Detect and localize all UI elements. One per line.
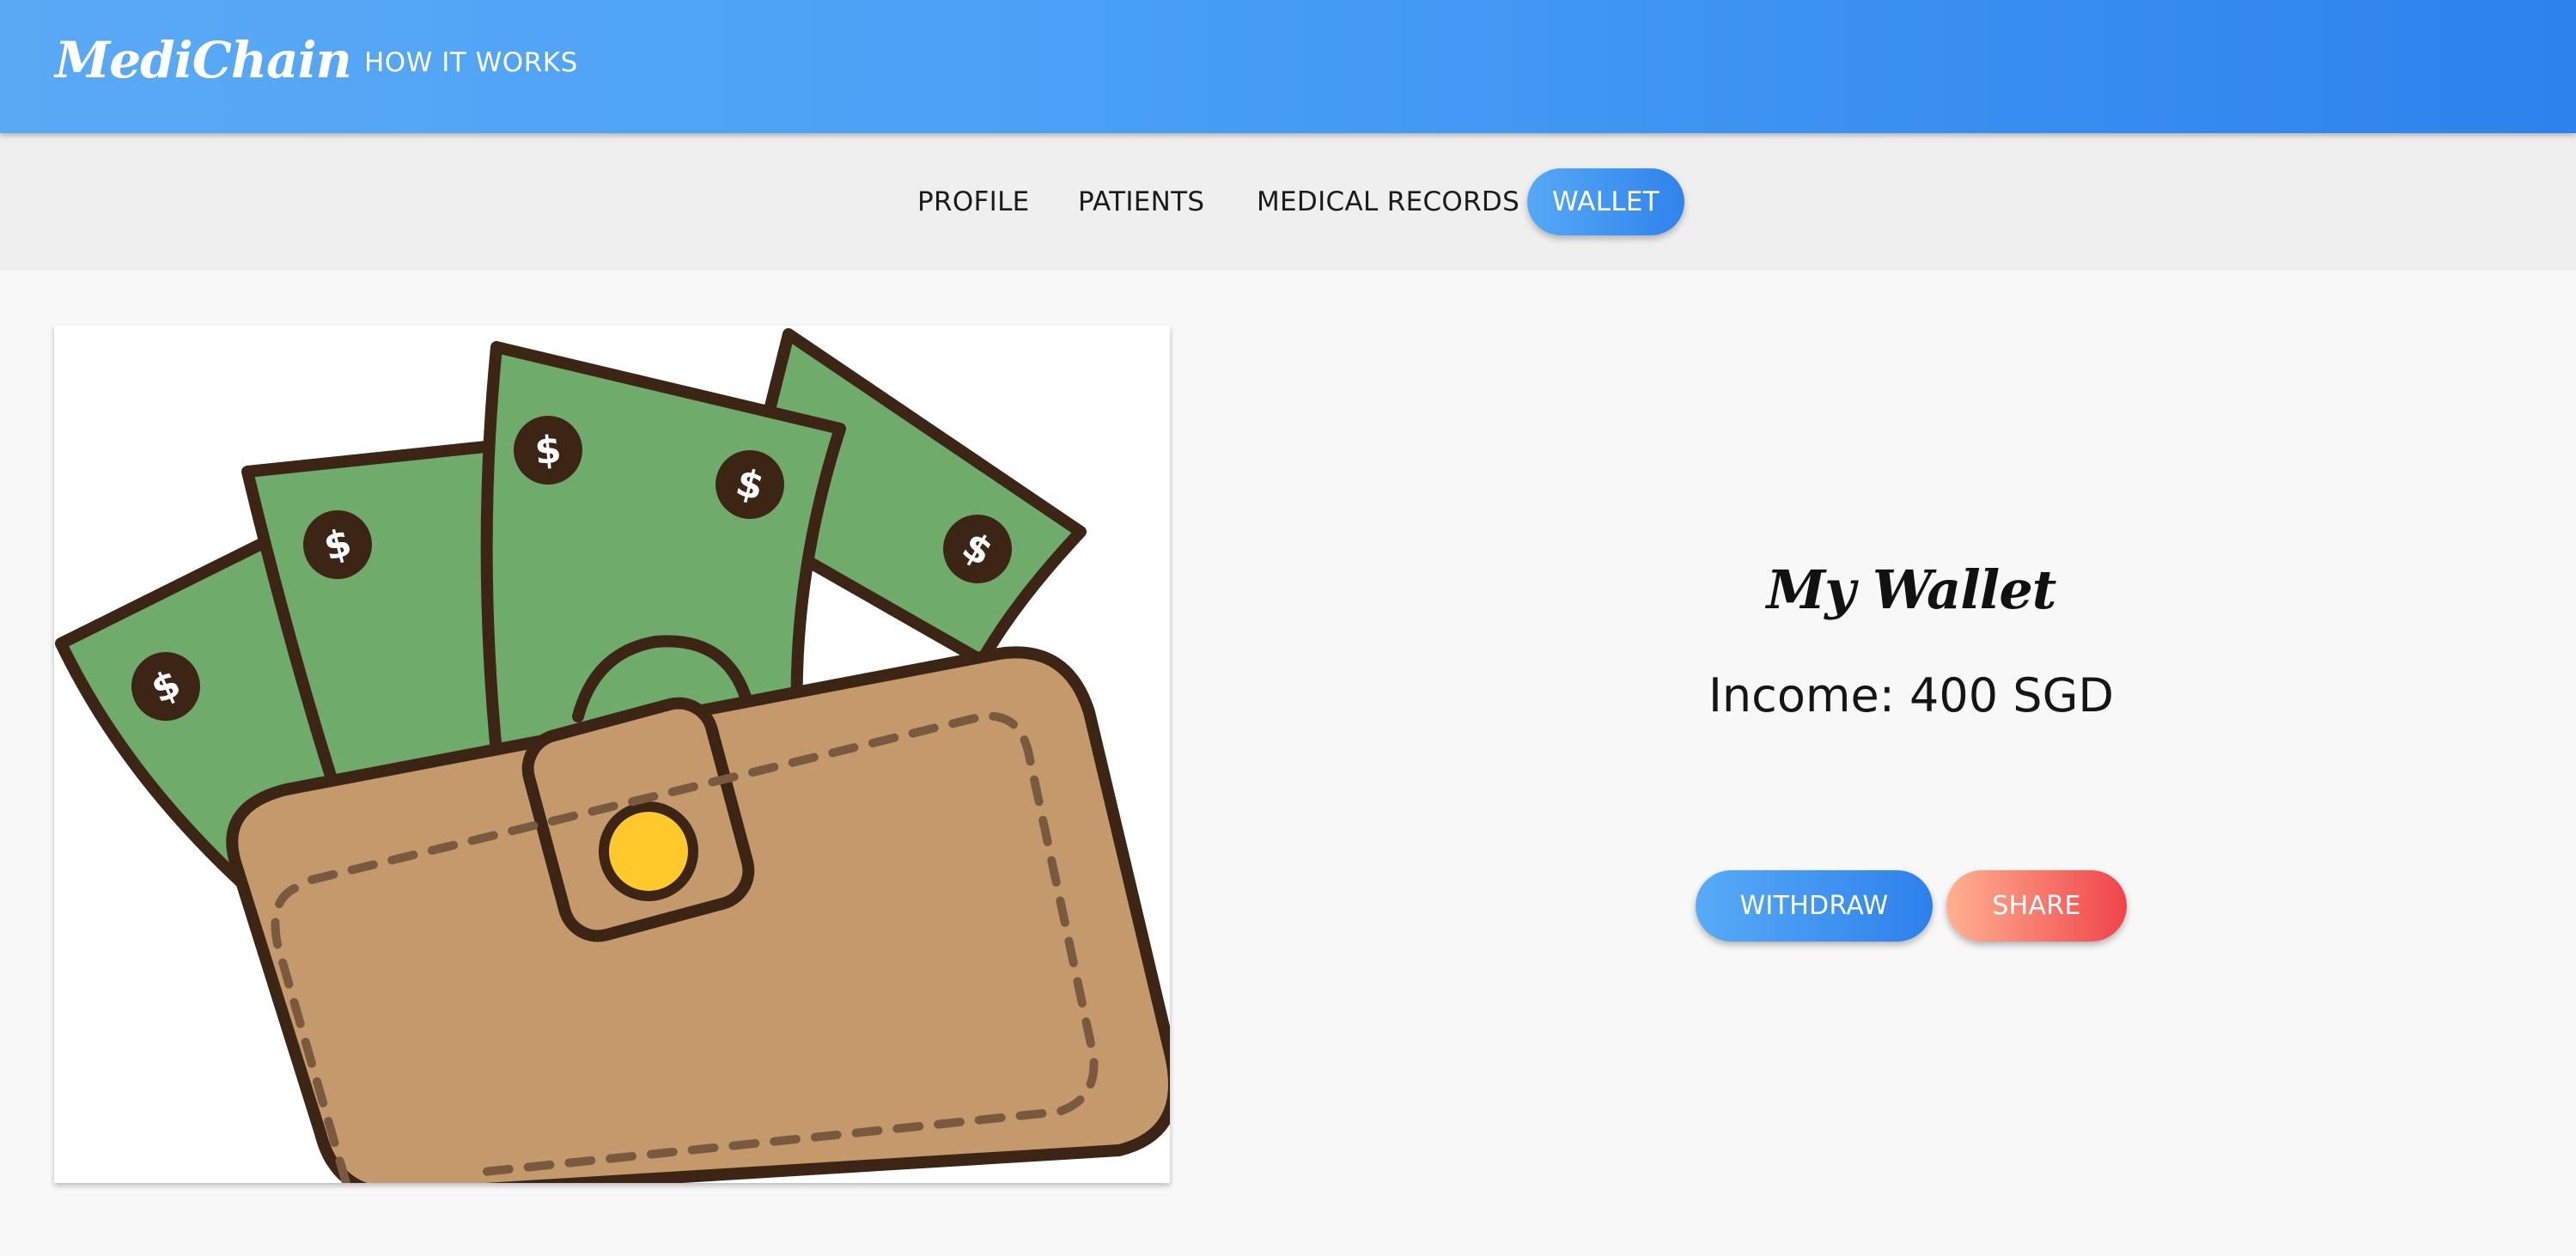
tab-wallet[interactable]: WALLET <box>1527 168 1684 235</box>
share-button[interactable]: SHARE <box>1946 870 2127 942</box>
sub-navigation: PROFILE PATIENTS MEDICAL RECORDS WALLET <box>0 133 2576 271</box>
wallet-with-cash-icon: $ $ $ $ $ <box>54 326 1170 1183</box>
brand-logo[interactable]: MediChain <box>55 31 352 89</box>
tab-profile[interactable]: PROFILE <box>917 168 1030 235</box>
income-value: Income: 400 SGD <box>1708 668 2114 723</box>
wallet-heading: My Wallet <box>1766 558 2057 621</box>
tab-medical-records[interactable]: MEDICAL RECORDS <box>1257 168 1519 235</box>
tab-patients[interactable]: PATIENTS <box>1078 168 1204 235</box>
svg-text:$: $ <box>533 428 563 473</box>
how-it-works-link[interactable]: HOW IT WORKS <box>364 47 578 78</box>
withdraw-button[interactable]: WITHDRAW <box>1696 870 1933 942</box>
top-app-bar: MediChain HOW IT WORKS <box>0 0 2576 133</box>
